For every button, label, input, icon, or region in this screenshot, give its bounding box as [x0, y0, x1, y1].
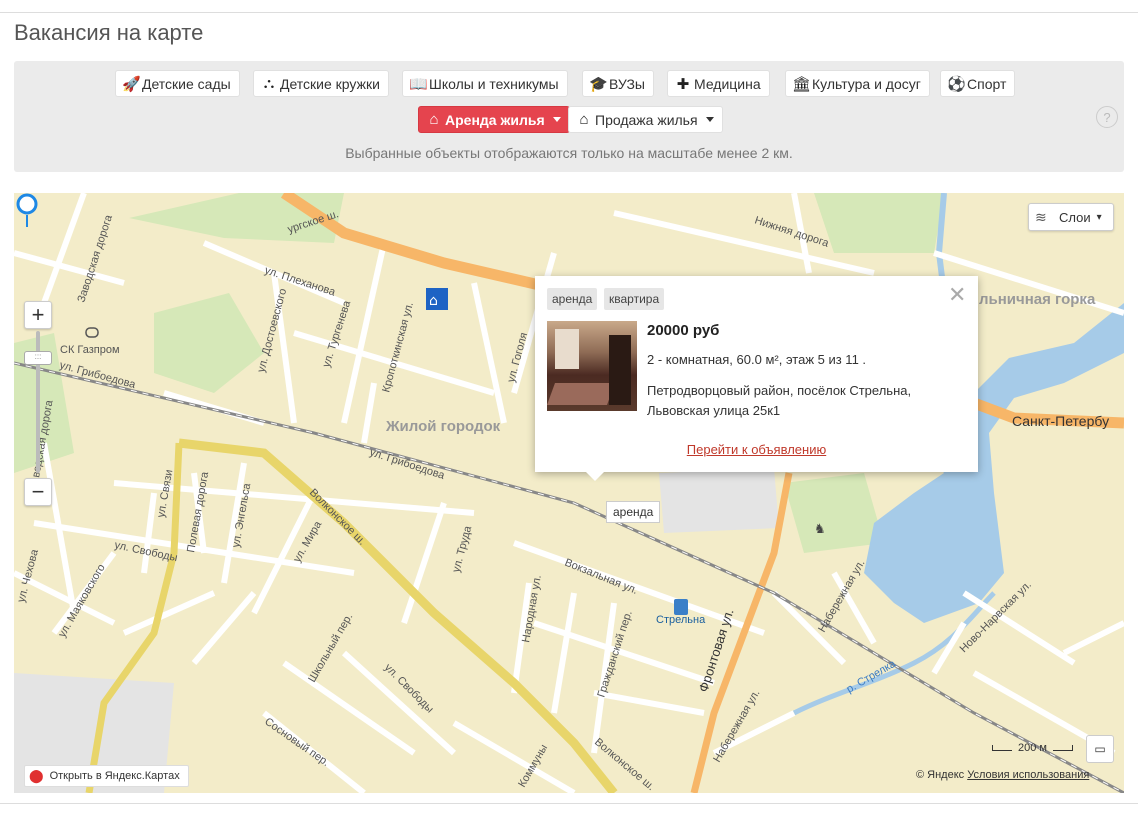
scale-note: Выбранные объекты отображаются только на…	[345, 145, 793, 161]
medical-kit-icon: ✚	[676, 75, 690, 93]
filter-label: ВУЗы	[609, 75, 645, 92]
filter-universities[interactable]: 🎓 ВУЗы	[582, 70, 654, 97]
tag-apartment: квартира	[604, 288, 665, 310]
filter-label: Детские кружки	[280, 75, 380, 92]
park-area	[154, 293, 264, 393]
help-icon[interactable]: ?	[1096, 106, 1118, 128]
filter-kids-clubs[interactable]: ⛬ Детские кружки	[253, 70, 389, 97]
scale-bar: 200 м	[992, 742, 1073, 754]
filter-culture[interactable]: 🏛 Культура и досуг	[785, 70, 930, 97]
sale-housing-dropdown[interactable]: ⌂ Продажа жилья	[568, 106, 723, 133]
rocket-icon: 🚀	[122, 75, 141, 93]
caret-down-icon	[705, 117, 714, 122]
location-pin-icon[interactable]	[14, 193, 40, 229]
street-label: Кропоткинская ул.	[380, 301, 416, 394]
book-icon: 📖	[409, 75, 428, 93]
street-label: Нижняя дорога	[753, 214, 831, 250]
district-label: льничная горка	[979, 291, 1096, 308]
listing-photo[interactable]	[546, 321, 637, 411]
map-pin-icon: ⬤	[29, 768, 44, 783]
graduation-cap-icon: 🎓	[589, 75, 608, 93]
poi-label: СК Газпром	[60, 344, 120, 356]
blocks-icon: ⛬	[263, 75, 275, 92]
ruler-icon[interactable]: ▭	[1086, 735, 1114, 763]
street-label: Сосновый пер.	[262, 716, 331, 769]
park-area	[814, 193, 944, 253]
filter-kindergartens[interactable]: 🚀 Детские сады	[115, 70, 240, 97]
house-clock-glyph: ⌂	[429, 293, 438, 309]
park-area	[784, 473, 884, 553]
balloon-tail	[585, 471, 605, 481]
filter-label: Медицина	[694, 75, 761, 92]
hint-label: аренда	[606, 501, 661, 523]
street-label: Коммуны	[516, 742, 550, 789]
filter-label: Культура и досуг	[812, 75, 921, 92]
map-container[interactable]: ургское ш. Нижняя дорога Заводская дорог…	[14, 193, 1124, 793]
filter-medicine[interactable]: ✚ Медицина	[667, 70, 770, 97]
open-yandex-maps-button[interactable]: ⬤ Открыть в Яндекс.Картах	[24, 765, 189, 787]
industrial-area	[659, 468, 779, 533]
street-label: Полевая дорога	[185, 470, 211, 554]
stadium-icon	[85, 327, 99, 338]
bottom-divider	[0, 803, 1138, 804]
layers-icon: ≋	[1035, 208, 1047, 225]
soccer-ball-icon: ⚽	[947, 75, 966, 93]
zoom-slider-thumb[interactable]: :::	[24, 351, 52, 365]
horse-icon: ♞	[814, 522, 826, 537]
zoom-in-button[interactable]: +	[24, 301, 52, 329]
scale-label: 200 м	[1018, 742, 1047, 754]
sale-label: Продажа жилья	[595, 111, 698, 128]
chevron-down-icon: ▾	[1096, 211, 1102, 223]
street-label: ул. Труда	[450, 524, 474, 574]
tag-rent: аренда	[547, 288, 598, 310]
listing-address: Петродворцовый район, посёлок Стрельна, …	[647, 383, 912, 418]
zoom-out-button[interactable]: −	[24, 478, 52, 506]
street-label: Заводская дорога	[75, 213, 115, 304]
museum-icon: 🏛	[792, 75, 812, 93]
street-label: Вокзальная ул.	[563, 557, 639, 597]
house-clock-icon: ⌂	[429, 111, 439, 128]
layers-button[interactable]: ≋ Слои ▾	[1028, 203, 1114, 231]
river-label: р. Стрелка	[845, 657, 899, 695]
road-label: Санкт-Петербу	[1012, 413, 1109, 429]
caret-down-icon	[552, 117, 561, 122]
rent-housing-dropdown[interactable]: ⌂ Аренда жилья	[418, 106, 570, 133]
open-yandex-label: Открыть в Яндекс.Картах	[49, 770, 180, 782]
train-station-icon	[674, 599, 688, 615]
district-label: Жилой городок	[385, 418, 501, 435]
filter-label: Детские сады	[142, 75, 231, 92]
filter-schools[interactable]: 📖 Школы и техникумы	[402, 70, 568, 97]
street-label: ул. Тургенева	[320, 298, 353, 368]
terms-link[interactable]: Условия использования	[967, 769, 1089, 781]
listing-link[interactable]: Перейти к объявлению	[535, 442, 978, 457]
listing-price: 20000 руб	[647, 322, 720, 339]
listing-description: 2 - комнатная, 60.0 м², этаж 5 из 11 .	[647, 352, 867, 367]
station-label: Стрельна	[656, 614, 706, 626]
street-label: ул. Связи	[155, 469, 175, 519]
house-sale-icon: ⌂	[579, 111, 589, 128]
filter-label: Спорт	[967, 75, 1007, 92]
layers-label: Слои	[1059, 209, 1091, 225]
top-divider	[0, 12, 1138, 13]
copyright: © Яндекс Условия использования	[916, 769, 1089, 781]
filter-label: Школы и техникумы	[429, 75, 559, 92]
close-icon[interactable]: ✕	[948, 284, 966, 306]
street-label: ул. Свободы	[382, 662, 436, 716]
street-label: Школьный пер.	[306, 611, 355, 684]
filter-panel: 🚀 Детские сады ⛬ Детские кружки 📖 Школы …	[14, 61, 1124, 172]
filter-sport[interactable]: ⚽ Спорт	[940, 70, 1016, 97]
rent-label: Аренда жилья	[445, 111, 545, 128]
listing-balloon: аренда квартира ✕ 20000 руб 2 - комнатна…	[535, 276, 978, 481]
page-title: Вакансия на карте	[14, 20, 204, 45]
copyright-text: © Яндекс	[916, 769, 965, 781]
